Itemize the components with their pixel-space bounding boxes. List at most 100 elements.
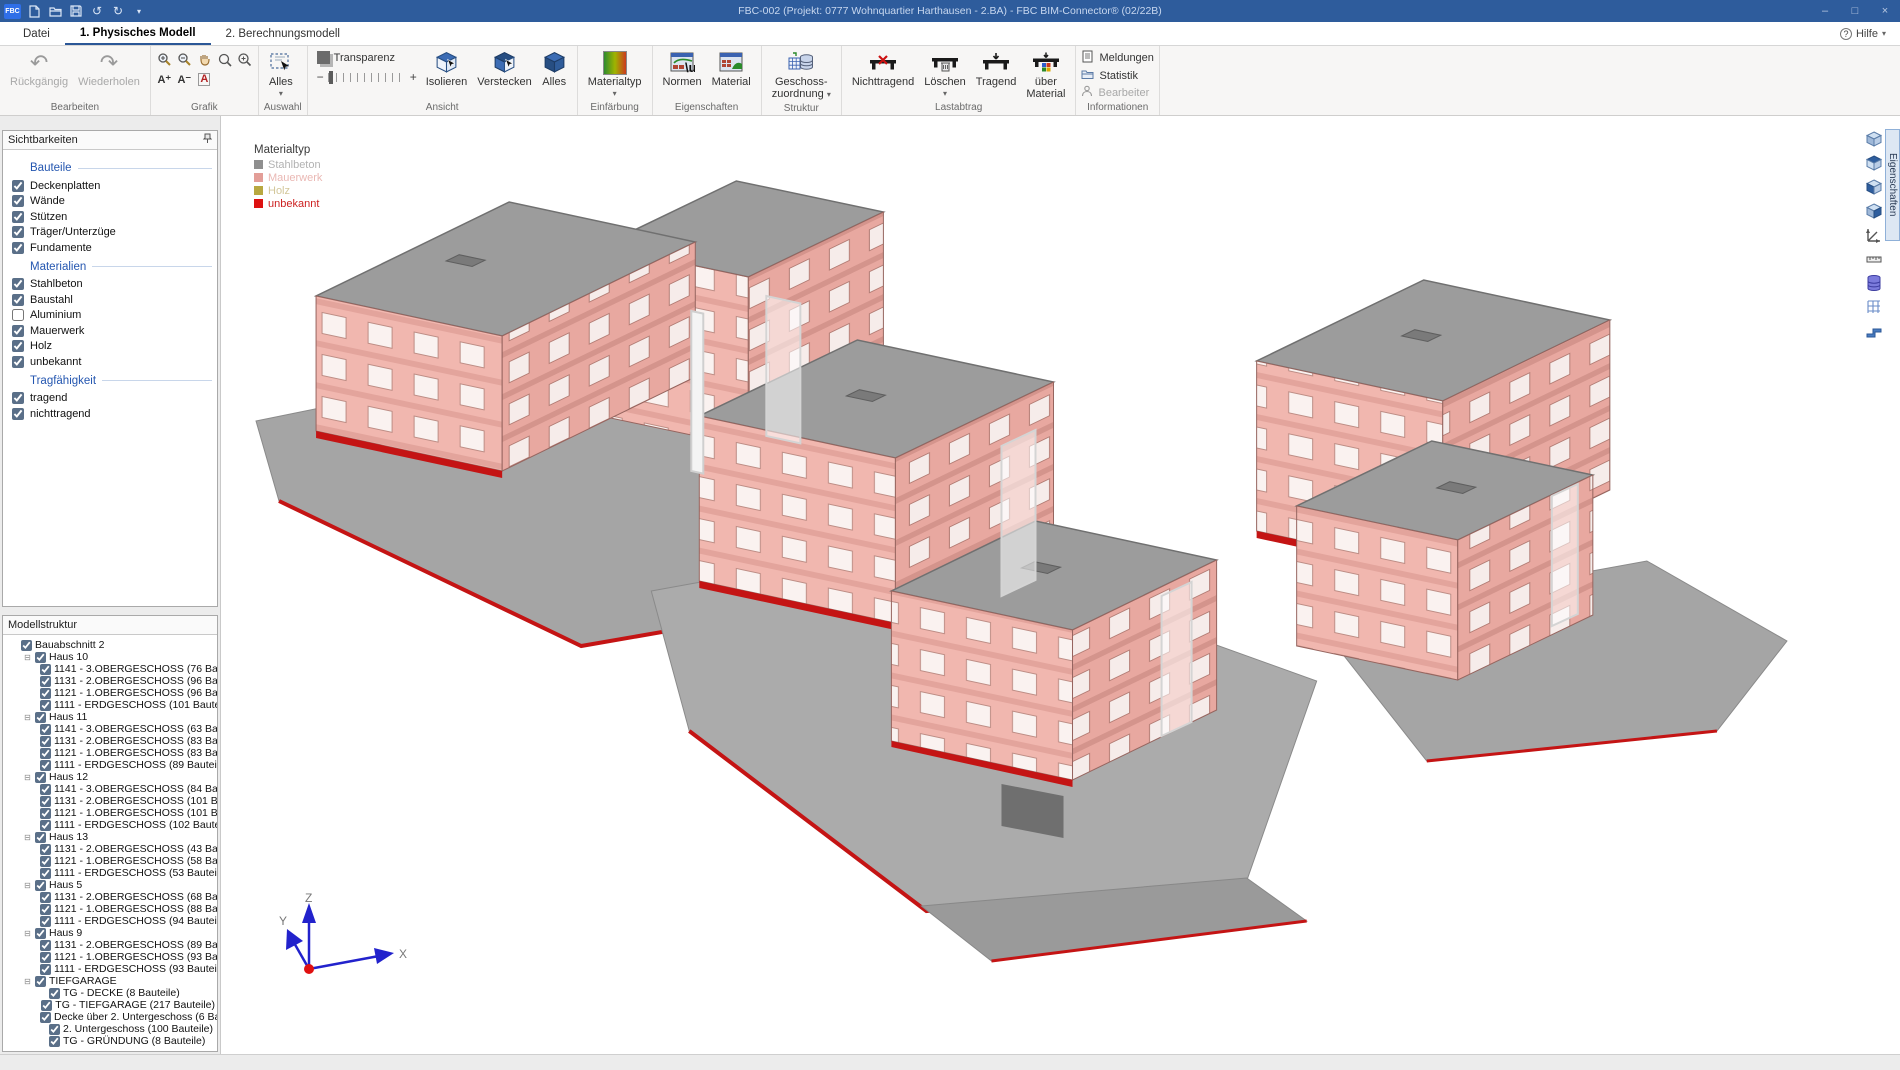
tree-checkbox[interactable] [40, 736, 51, 747]
model-toolbar-icon[interactable] [123, 619, 136, 632]
tree-checkbox[interactable] [49, 1036, 60, 1047]
statistik-button[interactable]: Statistik [1081, 68, 1153, 83]
tree-expander-icon[interactable]: ⊟ [23, 773, 32, 782]
tree-checkbox[interactable] [35, 652, 46, 663]
model-toolbar-icon[interactable] [180, 619, 193, 632]
tree-item[interactable]: 1121 - 1.OBERGESCHOSS (101 Bauteile) [5, 807, 215, 819]
tree-item[interactable]: ⊟ Haus 11 [5, 711, 215, 723]
tree-item[interactable]: Bauabschnitt 2 [5, 639, 215, 651]
tree-item[interactable]: TG - TIEFGARAGE (217 Bauteile) [5, 999, 215, 1011]
tree-item[interactable]: 1131 - 2.OBERGESCHOSS (43 Bauteile) [5, 843, 215, 855]
tree-item[interactable]: ⊟ Haus 13 [5, 831, 215, 843]
tree-item[interactable]: 1111 - ERDGESCHOSS (101 Bauteile) [5, 699, 215, 711]
isolate-button[interactable]: Isolieren [421, 48, 473, 89]
tree-checkbox[interactable] [40, 688, 51, 699]
checkbox[interactable] [12, 325, 24, 337]
ribbon-tab[interactable]: 1. Physisches Modell [65, 22, 211, 45]
tree-item[interactable]: 1141 - 3.OBERGESCHOSS (63 Bauteile) [5, 723, 215, 735]
checkbox[interactable] [12, 309, 24, 321]
tree-item[interactable]: ⊟ Haus 10 [5, 651, 215, 663]
checkbox[interactable] [12, 180, 24, 192]
tree-checkbox[interactable] [40, 940, 51, 951]
bearbeiter-button[interactable]: Bearbeiter [1081, 85, 1153, 100]
ueber-material-button[interactable]: überMaterial [1021, 48, 1070, 101]
tree-checkbox[interactable] [35, 772, 46, 783]
visibility-checkbox-item[interactable]: Träger/Unterzüge [8, 225, 212, 241]
tree-checkbox[interactable] [35, 880, 46, 891]
pin-icon[interactable] [203, 133, 212, 147]
tree-checkbox[interactable] [40, 844, 51, 855]
model-toolbar-icon[interactable] [142, 619, 155, 632]
section-view-icon[interactable] [1863, 320, 1885, 341]
tree-checkbox[interactable] [40, 916, 51, 927]
tree-checkbox[interactable] [40, 808, 51, 819]
tree-checkbox[interactable] [40, 760, 51, 771]
zoom-window-icon[interactable] [216, 51, 233, 68]
tree-expander-icon[interactable]: ⊟ [23, 713, 32, 722]
checkbox[interactable] [12, 294, 24, 306]
visibility-checkbox-item[interactable]: unbekannt [8, 354, 212, 370]
tree-checkbox[interactable] [35, 712, 46, 723]
font-increase-icon[interactable]: A⁺ [156, 71, 173, 88]
tree-checkbox[interactable] [40, 748, 51, 759]
tree-checkbox[interactable] [40, 820, 51, 831]
visibility-checkbox-item[interactable]: Stützen [8, 209, 212, 225]
undo-small-icon[interactable]: ↺ [90, 4, 104, 18]
properties-tab[interactable]: Eigenschaften [1885, 129, 1900, 241]
visibility-checkbox-item[interactable]: tragend [8, 391, 212, 407]
tree-checkbox[interactable] [40, 784, 51, 795]
tragend-button[interactable]: Tragend [971, 48, 1022, 89]
model-toolbar-icon[interactable] [161, 619, 174, 632]
help-button[interactable]: ? Hilfe ▾ [1840, 22, 1886, 45]
select-all-button[interactable]: Alles ▾ [264, 48, 298, 101]
slider-thumb[interactable] [329, 71, 333, 84]
slider-track[interactable] [328, 73, 406, 82]
grid-raster-icon[interactable] [1863, 296, 1885, 317]
minimize-button[interactable]: – [1810, 0, 1840, 22]
checkbox[interactable] [12, 408, 24, 420]
visibility-checkbox-item[interactable]: nichttragend [8, 406, 212, 422]
tree-checkbox[interactable] [40, 952, 51, 963]
tree-item[interactable]: 1121 - 1.OBERGESCHOSS (83 Bauteile) [5, 747, 215, 759]
tree-checkbox[interactable] [40, 700, 51, 711]
tree-checkbox[interactable] [40, 892, 51, 903]
visibility-checkbox-item[interactable]: Holz [8, 339, 212, 355]
slider-plus[interactable]: + [410, 70, 417, 84]
visibility-checkbox-item[interactable]: Stahlbeton [8, 277, 212, 293]
tree-item[interactable]: 1121 - 1.OBERGESCHOSS (88 Bauteile) [5, 903, 215, 915]
checkbox[interactable] [12, 340, 24, 352]
tree-item[interactable]: 1131 - 2.OBERGESCHOSS (89 Bauteile) [5, 939, 215, 951]
tree-checkbox[interactable] [49, 988, 60, 999]
dimensions-icon[interactable] [1863, 248, 1885, 269]
show-all-button[interactable]: Alles [537, 48, 572, 89]
tree-checkbox[interactable] [35, 832, 46, 843]
tree-item[interactable]: ⊟ Haus 5 [5, 879, 215, 891]
tree-checkbox[interactable] [35, 928, 46, 939]
visibility-checkbox-item[interactable]: Aluminium [8, 308, 212, 324]
tree-checkbox[interactable] [41, 1000, 52, 1011]
tree-item[interactable]: TG - GRÜNDUNG (8 Bauteile) [5, 1035, 215, 1047]
font-color-icon[interactable]: A [198, 73, 210, 86]
undo-button[interactable]: ↶ Rückgängig [5, 48, 73, 89]
tree-item[interactable]: ⊟ Haus 9 [5, 927, 215, 939]
app-logo[interactable]: FBC [4, 4, 21, 19]
hide-button[interactable]: Verstecken [472, 48, 536, 89]
visibility-checkbox-item[interactable]: Mauerwerk [8, 323, 212, 339]
new-document-icon[interactable] [27, 4, 41, 18]
database-icon[interactable] [1863, 272, 1885, 293]
tree-expander-icon[interactable]: ⊟ [23, 653, 32, 662]
checkbox[interactable] [12, 226, 24, 238]
model-toolbar-icon[interactable] [199, 619, 212, 632]
zoom-fit-icon[interactable] [236, 51, 253, 68]
checkbox[interactable] [12, 211, 24, 223]
toolbar-options-icon[interactable]: ▾ [132, 4, 146, 18]
view-cube-iso-icon[interactable] [1863, 128, 1885, 149]
checkbox[interactable] [12, 356, 24, 368]
model-toolbar-icon[interactable] [104, 619, 117, 632]
tree-item[interactable]: 1111 - ERDGESCHOSS (102 Bauteile) [5, 819, 215, 831]
tree-item[interactable]: 1111 - ERDGESCHOSS (89 Bauteile) [5, 759, 215, 771]
tree-checkbox[interactable] [40, 868, 51, 879]
tree-checkbox[interactable] [35, 976, 46, 987]
checkbox[interactable] [12, 195, 24, 207]
tree-item[interactable]: 1111 - ERDGESCHOSS (53 Bauteile) [5, 867, 215, 879]
